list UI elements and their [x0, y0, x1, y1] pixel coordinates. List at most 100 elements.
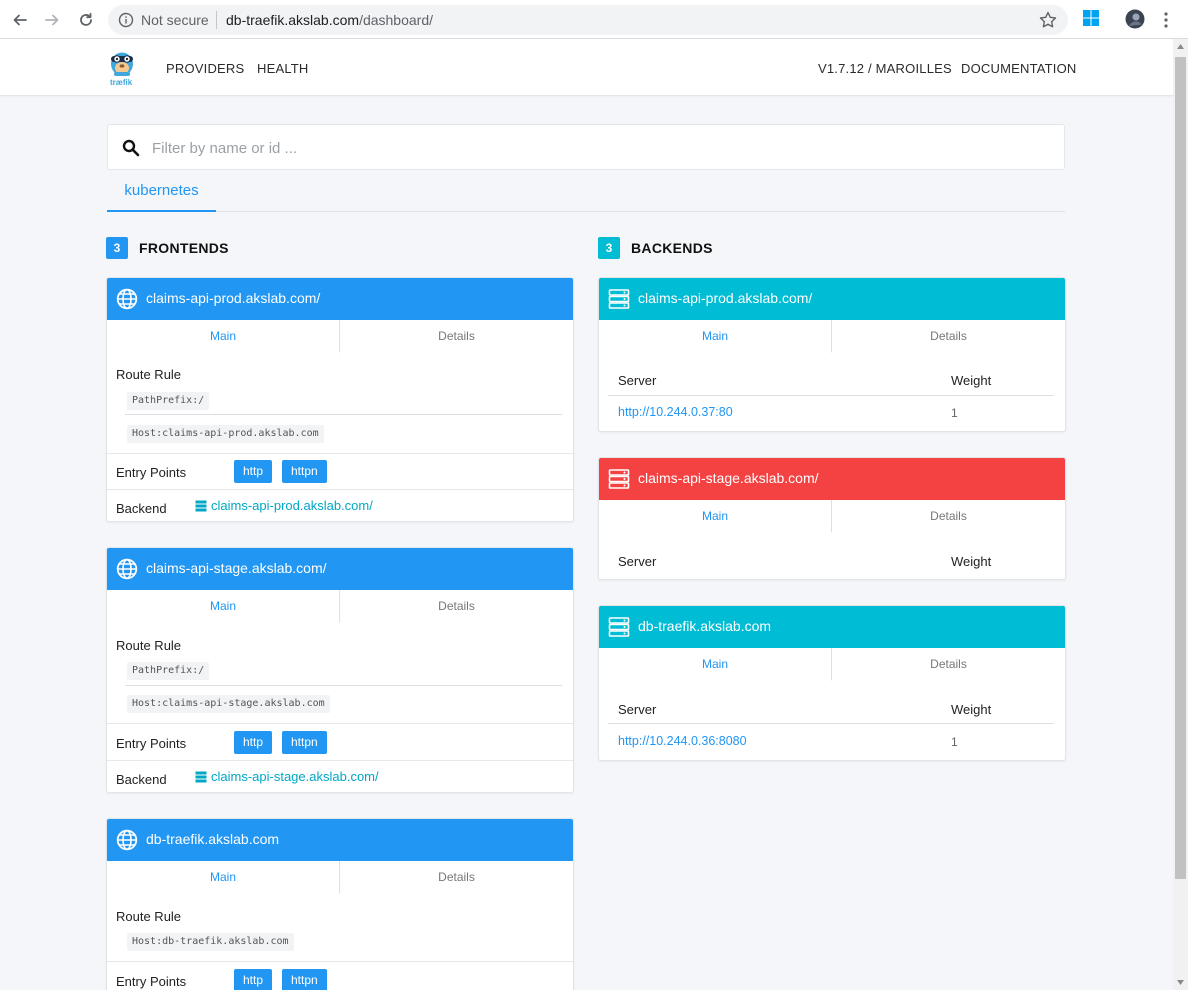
entry-point-badge: http	[234, 731, 273, 754]
tab-main[interactable]: Main	[599, 648, 832, 681]
frontends-heading: 3 FRONTENDS	[106, 237, 229, 259]
frontend-tabs: Main Details	[107, 320, 573, 353]
profile-avatar-icon[interactable]	[1125, 9, 1145, 32]
reload-icon	[80, 12, 92, 26]
backend-name: claims-api-prod.akslab.com/	[638, 290, 813, 306]
backend-name: claims-api-stage.akslab.com/	[638, 470, 819, 486]
reload-button[interactable]	[74, 8, 98, 32]
backend-card: claims-api-stage.akslab.com/ Main Detail…	[598, 457, 1066, 580]
globe-icon	[116, 288, 138, 313]
tab-details[interactable]: Details	[832, 320, 1065, 352]
backend-card: claims-api-prod.akslab.com/ Main Details…	[598, 277, 1066, 432]
info-icon[interactable]	[118, 12, 134, 31]
tab-main[interactable]: Main	[107, 861, 340, 894]
url-path: /dashboard/	[359, 12, 434, 28]
forward-button[interactable]	[40, 8, 64, 32]
frontend-card: claims-api-stage.akslab.com/ Main Detail…	[106, 547, 574, 793]
backends-heading: 3 BACKENDS	[598, 237, 713, 259]
table-divider	[608, 723, 1054, 724]
server-icon	[195, 500, 207, 511]
route-rule-chip: Host:db-traefik.akslab.com	[127, 933, 294, 951]
frontend-backend-text: claims-api-stage.akslab.com/	[211, 769, 379, 784]
frontend-backend-text: claims-api-prod.akslab.com/	[211, 498, 373, 513]
backend-tabs: Main Details	[599, 500, 1065, 533]
entry-points-label: Entry Points	[116, 974, 187, 989]
filter-input[interactable]	[152, 135, 1032, 161]
route-rule-label: Route Rule	[116, 909, 182, 924]
more-menu-icon[interactable]	[1162, 11, 1170, 32]
tab-main[interactable]: Main	[107, 590, 340, 623]
rule-divider	[125, 414, 562, 415]
entry-points-label: Entry Points	[116, 736, 187, 751]
row-divider	[107, 760, 573, 761]
route-rule-chip: PathPrefix:/	[127, 662, 210, 680]
bookmark-star-icon[interactable]	[1038, 10, 1058, 33]
arrow-left-icon	[13, 14, 27, 26]
route-rule-chip: PathPrefix:/	[127, 392, 210, 410]
route-rule-label: Route Rule	[116, 638, 182, 653]
row-divider	[107, 961, 573, 962]
frontend-name: db-traefik.akslab.com	[146, 831, 280, 847]
browser-toolbar: Not secure db-traefik.akslab.com/dashboa…	[0, 0, 1188, 39]
globe-icon	[116, 558, 138, 583]
app-header: træfik PROVIDERS HEALTH V1.7.12 / MAROIL…	[0, 39, 1173, 96]
windows-extension-icon[interactable]	[1082, 9, 1100, 30]
tab-main[interactable]: Main	[107, 320, 340, 353]
logo-text: træfik	[110, 78, 133, 87]
tab-main[interactable]: Main	[599, 500, 832, 533]
frontend-tabs: Main Details	[107, 590, 573, 623]
nav-health[interactable]: HEALTH	[257, 61, 309, 76]
tab-details[interactable]: Details	[832, 500, 1065, 532]
frontends-count-badge: 3	[106, 237, 128, 259]
nav-documentation[interactable]: DOCUMENTATION	[961, 61, 1077, 76]
backends-title: BACKENDS	[631, 240, 713, 256]
table-divider	[608, 395, 1054, 396]
server-column-header: Server	[618, 702, 657, 717]
frontend-backend-link[interactable]: claims-api-stage.akslab.com/	[195, 769, 379, 784]
row-divider	[107, 453, 573, 454]
traefik-logo[interactable]: træfik	[108, 48, 136, 88]
tab-details[interactable]: Details	[340, 590, 573, 622]
tab-details[interactable]: Details	[340, 320, 573, 352]
backend-card-header: db-traefik.akslab.com	[599, 606, 1065, 648]
version-label: V1.7.12 / MAROILLES	[818, 61, 952, 76]
frontend-card: claims-api-prod.akslab.com/ Main Details…	[106, 277, 574, 522]
route-rule-chip: Host:claims-api-stage.akslab.com	[127, 695, 330, 713]
page-scrollbar[interactable]	[1173, 39, 1188, 990]
scroll-down-arrow-icon[interactable]	[1173, 975, 1188, 990]
frontend-name: claims-api-prod.akslab.com/	[146, 290, 321, 306]
entry-point-badge: httpn	[282, 969, 327, 990]
server-column-header: Server	[618, 373, 657, 388]
tab-kubernetes[interactable]: kubernetes	[107, 172, 216, 212]
scroll-up-arrow-icon[interactable]	[1173, 39, 1188, 54]
url-text[interactable]: db-traefik.akslab.com/dashboard/	[226, 12, 433, 28]
backend-label: Backend	[116, 501, 167, 516]
frontends-title: FRONTENDS	[139, 240, 229, 256]
back-button[interactable]	[8, 8, 32, 32]
backend-label: Backend	[116, 772, 167, 787]
frontend-card-header: db-traefik.akslab.com	[107, 819, 573, 861]
frontend-backend-link[interactable]: claims-api-prod.akslab.com/	[195, 498, 373, 513]
server-icon	[608, 468, 630, 493]
frontend-tabs: Main Details	[107, 861, 573, 894]
entry-point-badge: httpn	[282, 460, 327, 483]
tab-details[interactable]: Details	[832, 648, 1065, 680]
backends-count-badge: 3	[598, 237, 620, 259]
server-url-link[interactable]: http://10.244.0.36:8080	[618, 734, 747, 748]
globe-icon	[116, 829, 138, 854]
entry-point-badge: http	[234, 460, 273, 483]
server-column-header: Server	[618, 554, 657, 569]
address-bar[interactable]: Not secure db-traefik.akslab.com/dashboa…	[108, 5, 1068, 35]
scroll-thumb[interactable]	[1175, 57, 1186, 879]
tab-main[interactable]: Main	[599, 320, 832, 353]
frontend-card: db-traefik.akslab.com Main Details Route…	[106, 818, 574, 990]
security-status: Not secure	[141, 12, 209, 28]
backend-tabs: Main Details	[599, 320, 1065, 353]
filter-bar	[107, 124, 1065, 170]
server-icon	[608, 616, 630, 641]
row-divider	[107, 723, 573, 724]
tab-details[interactable]: Details	[340, 861, 573, 893]
server-url-link[interactable]: http://10.244.0.37:80	[618, 405, 733, 419]
backend-name: db-traefik.akslab.com	[638, 618, 772, 634]
nav-providers[interactable]: PROVIDERS	[166, 61, 244, 76]
